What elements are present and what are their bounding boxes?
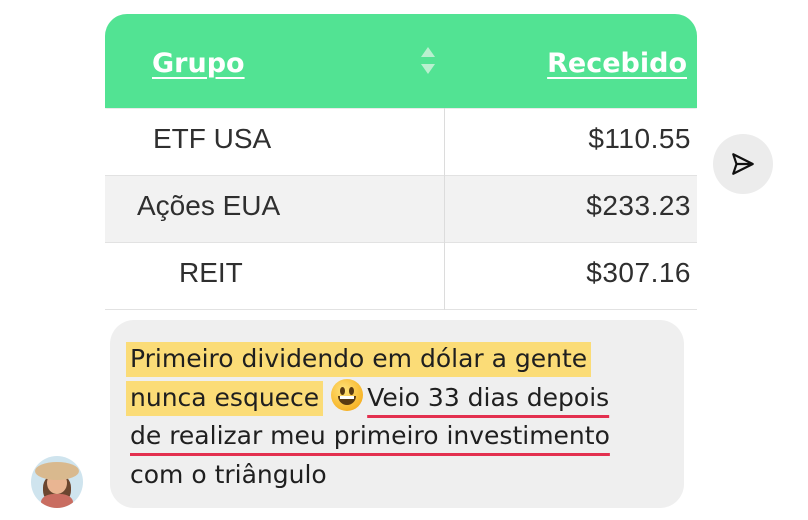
cell-recebido: $307.16 xyxy=(586,257,691,288)
sort-icon[interactable] xyxy=(421,47,435,77)
table-row: REIT $307.16 xyxy=(105,243,697,310)
message-text: Primeiro dividendo em dólar a gente nunc… xyxy=(126,340,690,494)
column-header-recebido[interactable]: Recebido xyxy=(547,48,687,79)
cell-grupo: Ações EUA xyxy=(137,190,281,221)
paper-plane-icon xyxy=(732,153,754,175)
underlined-text: Veio 33 dias depois xyxy=(367,382,610,412)
share-button[interactable] xyxy=(713,134,773,194)
underlined-text: de realizar meu primeiro investimento xyxy=(130,421,610,450)
table-row: ETF USA $110.55 xyxy=(105,109,697,176)
cell-recebido: $110.55 xyxy=(588,123,691,154)
cell-recebido: $233.23 xyxy=(586,190,691,221)
message-bubble[interactable]: Primeiro dividendo em dólar a gente nunc… xyxy=(110,320,684,508)
grinning-face-emoji-icon xyxy=(331,378,364,411)
table-header: Grupo Recebido xyxy=(105,14,697,108)
shared-image[interactable]: Grupo Recebido ETF USA $110.55 Ações EUA… xyxy=(105,14,697,310)
highlighted-text: Primeiro dividendo em dólar a gente xyxy=(126,342,592,377)
column-divider xyxy=(444,108,445,310)
cell-grupo: ETF USA xyxy=(153,123,272,154)
cell-grupo: REIT xyxy=(179,257,243,288)
avatar[interactable] xyxy=(31,456,83,508)
table-row: Ações EUA $233.23 xyxy=(105,176,697,243)
message-line: com o triângulo xyxy=(130,459,327,489)
highlighted-text: nunca esquece xyxy=(126,380,324,416)
column-header-grupo[interactable]: Grupo xyxy=(152,48,245,79)
